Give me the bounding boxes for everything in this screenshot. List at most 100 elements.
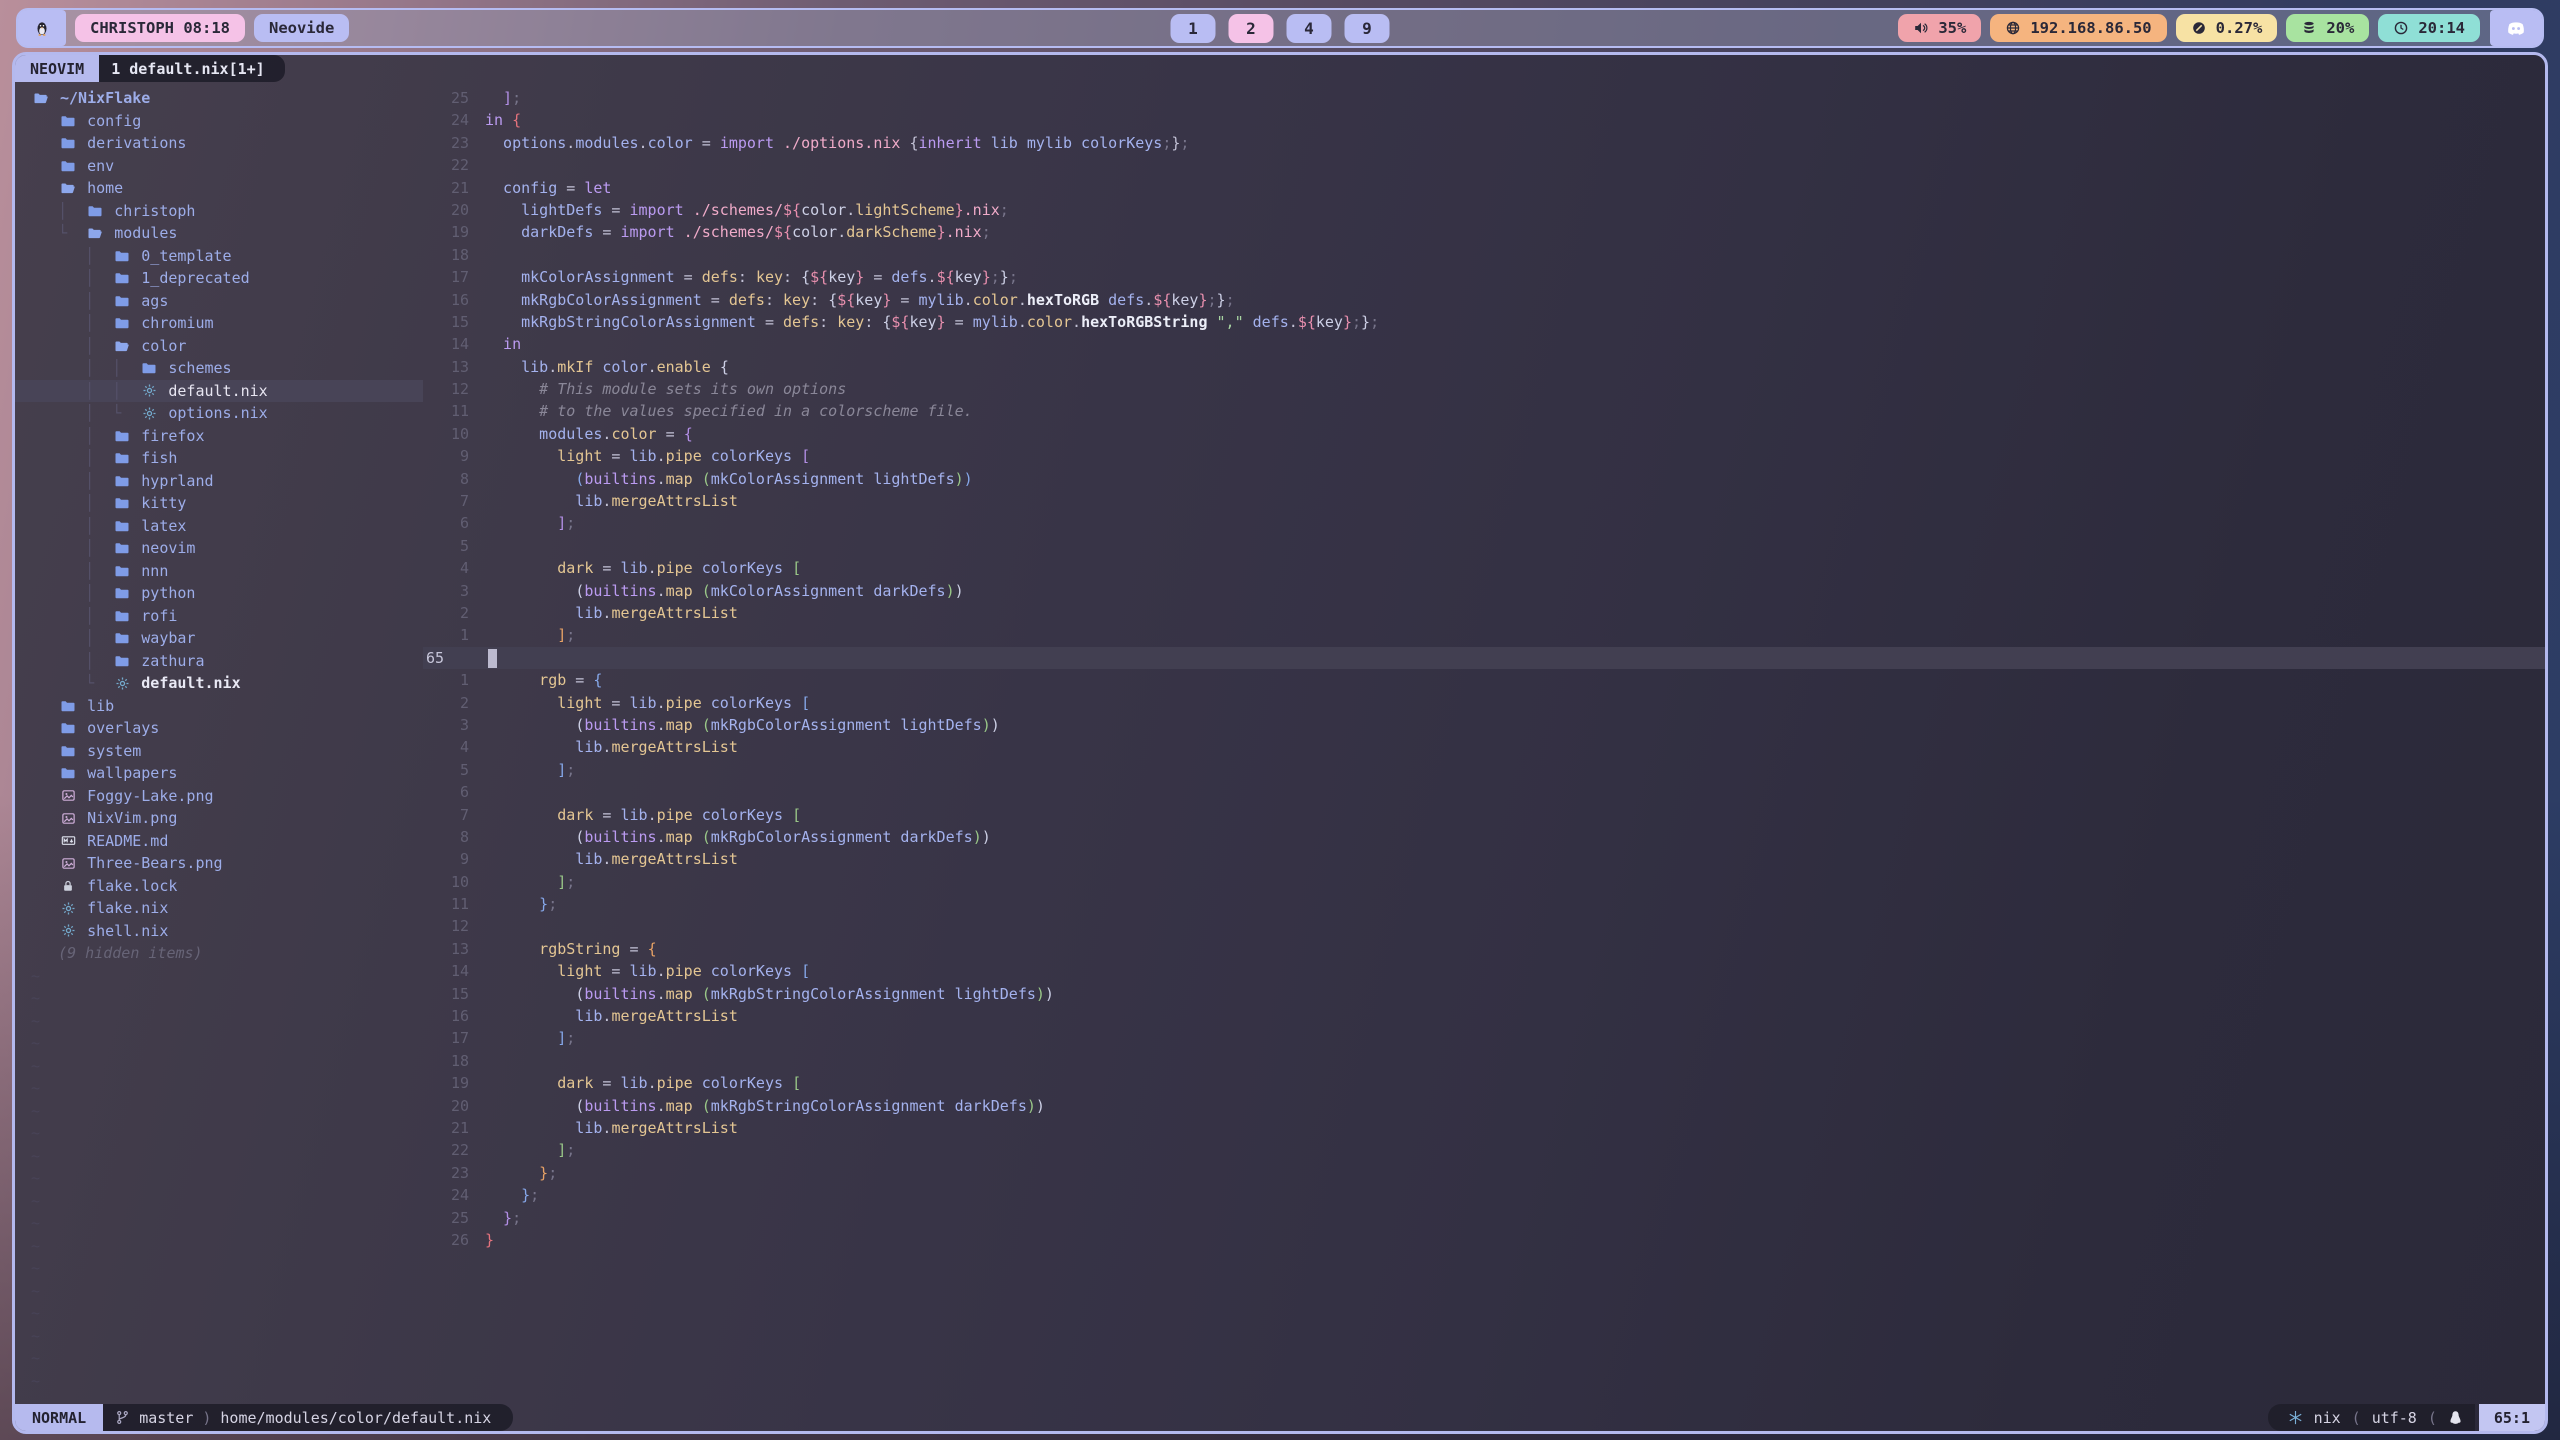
tree-item-ags[interactable]: │ ags (15, 290, 423, 313)
code-line: 10 modules.color = { (423, 423, 2545, 445)
clock-badge[interactable]: 20:14 (2378, 14, 2480, 42)
tree-item-overlays[interactable]: overlays (15, 717, 423, 740)
code-line-text: lib.mergeAttrsList (485, 1005, 738, 1027)
tree-item-zathura[interactable]: │ zathura (15, 650, 423, 673)
relative-line-number: 11 (423, 400, 485, 422)
tree-item-wallpapers[interactable]: wallpapers (15, 762, 423, 785)
code-line: 1 ]; (423, 624, 2545, 646)
tree-item-home[interactable]: home (15, 177, 423, 200)
tree-item-foggy-lake-png[interactable]: Foggy-Lake.png (15, 785, 423, 808)
tree-item-label: overlays (87, 717, 159, 740)
code-line: 21 lib.mergeAttrsList (423, 1117, 2545, 1139)
tree-item-label: wallpapers (87, 762, 177, 785)
indent-guide (31, 897, 58, 920)
gear-icon (112, 676, 132, 691)
tree-item-label: python (141, 582, 195, 605)
tree-item-three-bears-png[interactable]: Three-Bears.png (15, 852, 423, 875)
tree-item-readme-md[interactable]: README.md (15, 830, 423, 853)
code-line: 12 # This module sets its own options (423, 378, 2545, 400)
tree-item-config[interactable]: config (15, 110, 423, 133)
network-badge[interactable]: 192.168.86.50 (1990, 14, 2166, 42)
gauge-icon (2191, 20, 2207, 36)
tree-item-0-template[interactable]: │ 0_template (15, 245, 423, 268)
tree-item-label: env (87, 155, 114, 178)
indent-guide (31, 155, 58, 178)
empty-buffer-line: ~ (15, 1010, 423, 1033)
relative-line-number: 22 (423, 1139, 485, 1161)
code-line: 14 in (423, 333, 2545, 355)
tree-item-chromium[interactable]: │ chromium (15, 312, 423, 335)
indent-guide: │ (31, 425, 112, 448)
git-branch-name: master (139, 1409, 193, 1427)
code-line-text: }; (485, 1207, 521, 1229)
tree-item-firefox[interactable]: │ firefox (15, 425, 423, 448)
active-app-label: Neovide (269, 19, 334, 37)
volume-badge[interactable]: 35% (1898, 14, 1981, 42)
tree-item-options-nix[interactable]: │ └ options.nix (15, 402, 423, 425)
folder-icon (58, 113, 78, 129)
workspace-button-2[interactable]: 2 (1229, 14, 1274, 43)
cpu-badge[interactable]: 0.27% (2176, 14, 2278, 42)
tree-item-neovim[interactable]: │ neovim (15, 537, 423, 560)
tree-item-fish[interactable]: │ fish (15, 447, 423, 470)
tree-item-color[interactable]: │ color (15, 335, 423, 358)
tree-item-latex[interactable]: │ latex (15, 515, 423, 538)
tree-item-rofi[interactable]: │ rofi (15, 605, 423, 628)
relative-line-number: 14 (423, 960, 485, 982)
relative-line-number: 3 (423, 714, 485, 736)
code-line: 3 (builtins.map (mkRgbColorAssignment li… (423, 714, 2545, 736)
storage-badge-label: 20% (2326, 19, 2354, 37)
tree-item-default-nix[interactable]: └ default.nix (15, 672, 423, 695)
indent-guide: │ (31, 582, 112, 605)
tree-item-kitty[interactable]: │ kitty (15, 492, 423, 515)
indent-guide: │ (31, 537, 112, 560)
tree-item-python[interactable]: │ python (15, 582, 423, 605)
code-line: 2 lib.mergeAttrsList (423, 602, 2545, 624)
discord-tray-chip[interactable] (2490, 10, 2542, 46)
tree-item-label: derivations (87, 132, 186, 155)
tree-item-system[interactable]: system (15, 740, 423, 763)
code-line: 5 (423, 535, 2545, 557)
tab-default-nix[interactable]: 1 default.nix[1+] (99, 55, 285, 82)
folder-icon (112, 585, 132, 601)
tree-item-modules[interactable]: └ modules (15, 222, 423, 245)
tree-item--nixflake[interactable]: ~/NixFlake (15, 87, 423, 110)
storage-badge[interactable]: 20% (2286, 14, 2369, 42)
indent-guide: │ (31, 335, 112, 358)
code-line-text: }; (485, 893, 557, 915)
folder-icon (112, 518, 132, 534)
indent-guide (31, 177, 58, 200)
tree-item-waybar[interactable]: │ waybar (15, 627, 423, 650)
tree-item-shell-nix[interactable]: shell.nix (15, 920, 423, 943)
tree-item-label: (9 hidden items) (58, 942, 203, 965)
tree-item-flake-nix[interactable]: flake.nix (15, 897, 423, 920)
tree-item-1-deprecated[interactable]: │ 1_deprecated (15, 267, 423, 290)
tree-item-env[interactable]: env (15, 155, 423, 178)
gear-icon (139, 383, 159, 398)
indent-guide (31, 785, 58, 808)
indent-guide (31, 942, 58, 965)
workspace-button-9[interactable]: 9 (1345, 14, 1390, 43)
os-linux-icon (2448, 1410, 2463, 1425)
tree-item-default-nix[interactable]: │ │ default.nix (15, 380, 423, 403)
indent-guide: │ (31, 627, 112, 650)
tree-item-nnn[interactable]: │ nnn (15, 560, 423, 583)
empty-buffer-line: ~ (15, 1280, 423, 1303)
tree-item-flake-lock[interactable]: flake.lock (15, 875, 423, 898)
tree-item-hyprland[interactable]: │ hyprland (15, 470, 423, 493)
relative-line-number: 21 (423, 177, 485, 199)
tree-item-nixvim-png[interactable]: NixVim.png (15, 807, 423, 830)
tree-item-derivations[interactable]: derivations (15, 132, 423, 155)
code-line: 3 (builtins.map (mkColorAssignment darkD… (423, 580, 2545, 602)
code-line-text: }; (485, 1162, 557, 1184)
tree-item-lib[interactable]: lib (15, 695, 423, 718)
code-line-text: rgb = { (485, 669, 602, 691)
relative-line-number: 18 (423, 1050, 485, 1072)
tree-item-christoph[interactable]: │ christoph (15, 200, 423, 223)
workspace-button-1[interactable]: 1 (1171, 14, 1216, 43)
code-buffer[interactable]: 25 ];24in {23 options.modules.color = im… (423, 82, 2545, 1404)
workspace-button-4[interactable]: 4 (1287, 14, 1332, 43)
tree-item-label: neovim (141, 537, 195, 560)
tree-item-schemes[interactable]: │ │ schemes (15, 357, 423, 380)
tree-item-label: 1_deprecated (141, 267, 249, 290)
